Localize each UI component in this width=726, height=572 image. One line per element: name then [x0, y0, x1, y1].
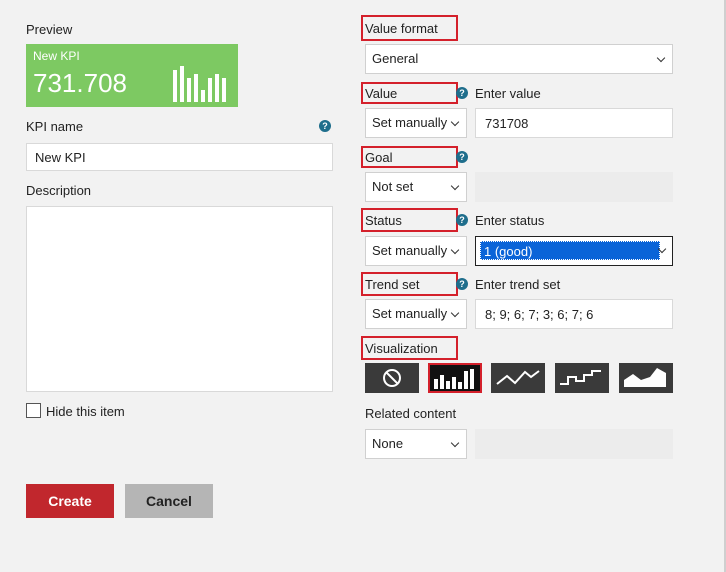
enter-value-label: Enter value [475, 86, 541, 101]
kpi-preview-tile: New KPI 731.708 [26, 44, 238, 107]
status-mode-selected: Set manually [372, 243, 448, 258]
kpi-name-input[interactable]: New KPI [26, 143, 333, 171]
kpi-name-help-icon[interactable]: ? [319, 120, 331, 132]
line-chart-icon [496, 370, 540, 385]
status-selected-text: 1 (good) [484, 244, 533, 259]
tile-trend-bar [208, 78, 212, 102]
viz-bar-button[interactable] [428, 363, 482, 393]
status-selected-highlight: 1 (good) [480, 241, 660, 260]
trend-set-label: Trend set [365, 277, 420, 292]
tile-trend-bar [194, 74, 198, 102]
tile-trend-bar [173, 70, 177, 102]
related-content-input-disabled [475, 429, 673, 459]
goal-help-icon[interactable]: ? [456, 151, 468, 163]
value-help-icon[interactable]: ? [456, 87, 468, 99]
chevron-down-icon [450, 438, 460, 448]
enter-status-label: Enter status [475, 213, 545, 228]
value-mode-select[interactable]: Set manually [365, 108, 467, 138]
value-label: Value [365, 86, 398, 101]
status-help-icon[interactable]: ? [456, 214, 468, 226]
preview-heading: Preview [26, 22, 73, 37]
trend-set-mode-select[interactable]: Set manually [365, 299, 467, 329]
kpi-name-label: KPI name [26, 119, 84, 134]
tile-trend-chart [173, 66, 226, 102]
trend-set-mode-selected: Set manually [372, 306, 448, 321]
visualization-label: Visualization [365, 341, 438, 356]
trend-set-help-icon[interactable]: ? [456, 278, 468, 290]
value-format-selected: General [372, 51, 419, 66]
description-textarea[interactable] [26, 206, 333, 392]
tile-trend-bar [180, 66, 184, 102]
viz-line-button[interactable] [491, 363, 545, 393]
goal-mode-selected: Not set [372, 179, 414, 194]
viz-area-button[interactable] [619, 363, 673, 393]
value-format-label: Value format [365, 21, 438, 36]
enter-trend-set-label: Enter trend set [475, 277, 561, 292]
value-format-select[interactable]: General [365, 44, 673, 74]
related-content-select[interactable]: None [365, 429, 467, 459]
kpi-name-value: New KPI [35, 150, 86, 165]
cancel-button[interactable]: Cancel [125, 484, 213, 518]
hide-item-label: Hide this item [46, 404, 125, 419]
none-icon [383, 369, 401, 387]
chevron-down-icon [450, 117, 460, 127]
goal-mode-select[interactable]: Not set [365, 172, 467, 202]
tile-trend-bar [222, 78, 226, 102]
step-chart-icon [560, 370, 601, 385]
status-value-select[interactable]: 1 (good) [475, 236, 673, 266]
tile-value: 731.708 [33, 68, 127, 98]
value-mode-selected: Set manually [372, 115, 448, 130]
value-input[interactable]: 731708 [475, 108, 673, 138]
area-chart-icon [624, 368, 666, 387]
viz-none-button[interactable] [365, 363, 419, 393]
viz-step-button[interactable] [555, 363, 609, 393]
tile-trend-bar [215, 74, 219, 102]
goal-input-disabled [475, 172, 673, 202]
related-content-label: Related content [365, 406, 457, 421]
goal-label: Goal [365, 150, 393, 165]
tile-title: New KPI [33, 49, 80, 63]
tile-trend-bar [187, 78, 191, 102]
value-input-text: 731708 [485, 116, 529, 131]
related-content-selected: None [372, 436, 404, 451]
chevron-down-icon [450, 245, 460, 255]
chevron-down-icon [450, 308, 460, 318]
bar-chart-icon [434, 369, 474, 389]
tile-trend-bar [201, 90, 205, 102]
chevron-down-icon [656, 53, 666, 63]
trend-set-input-text: 8; 9; 6; 7; 3; 6; 7; 6 [485, 307, 594, 322]
hide-item-checkbox[interactable] [26, 403, 41, 418]
chevron-down-icon [450, 181, 460, 191]
trend-set-input[interactable]: 8; 9; 6; 7; 3; 6; 7; 6 [475, 299, 673, 329]
description-label: Description [26, 183, 92, 198]
status-mode-select[interactable]: Set manually [365, 236, 467, 266]
status-label: Status [365, 213, 402, 228]
create-button[interactable]: Create [26, 484, 114, 518]
